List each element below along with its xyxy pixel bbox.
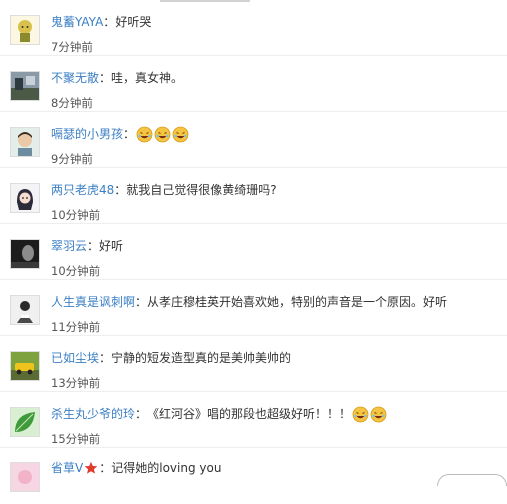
laughing-emoji-icon bbox=[172, 126, 189, 143]
colon-separator: ： bbox=[87, 237, 99, 255]
comment-time: 13分钟前 bbox=[51, 376, 100, 390]
comment-item: 人生真是讽刺啊：从孝庄穆桂英开始喜欢她，特别的声音是一个原因。好听 11分钟前 bbox=[0, 280, 507, 336]
pink-avatar-icon bbox=[11, 463, 39, 491]
colon-separator: ： bbox=[123, 125, 135, 143]
comment-item: 不聚无散：哇，真女神。 8分钟前 bbox=[0, 56, 507, 112]
scroll-arc bbox=[437, 474, 507, 486]
comment-time: 10分钟前 bbox=[51, 264, 100, 278]
laughing-emoji-icon bbox=[352, 406, 369, 423]
comment-time: 8分钟前 bbox=[51, 96, 93, 110]
colon-separator: ： bbox=[99, 459, 111, 477]
avatar[interactable] bbox=[10, 15, 40, 45]
laughing-emoji-icon bbox=[136, 126, 153, 143]
comment-item: 嗝瑟的小男孩： 9分钟前 bbox=[0, 112, 507, 168]
username-link[interactable]: 人生真是讽刺啊 bbox=[51, 293, 135, 311]
comment-text: 好听 bbox=[99, 237, 123, 255]
comment-text: 就我自己觉得很像黄绮珊吗? bbox=[126, 181, 276, 199]
colon-separator: ： bbox=[99, 349, 111, 367]
username-link[interactable]: 已如尘埃 bbox=[51, 349, 99, 367]
yellow-car-avatar-icon bbox=[11, 352, 39, 380]
comment-item: 翠羽云：好听 10分钟前 bbox=[0, 224, 507, 280]
colon-separator: ： bbox=[135, 405, 147, 423]
username-link[interactable]: 杀生丸少爷的玲 bbox=[51, 405, 135, 423]
avatar[interactable] bbox=[10, 239, 40, 269]
avatar[interactable] bbox=[10, 462, 40, 492]
colon-separator: ： bbox=[103, 13, 115, 31]
comment-item: 两只老虎48：就我自己觉得很像黄绮珊吗? 10分钟前 bbox=[0, 168, 507, 224]
boy-portrait-avatar-icon bbox=[11, 128, 39, 156]
avatar[interactable] bbox=[10, 407, 40, 437]
comment-time: 7分钟前 bbox=[51, 40, 93, 54]
username-link[interactable]: 省草V bbox=[51, 459, 83, 477]
username-link[interactable]: 翠羽云 bbox=[51, 237, 87, 255]
username-link[interactable]: 不聚无散 bbox=[51, 69, 99, 87]
username-link[interactable]: 嗝瑟的小男孩 bbox=[51, 125, 123, 143]
yellow-cartoon-avatar-icon bbox=[11, 16, 39, 44]
comment-item: 杀生丸少爷的玲：《红河谷》唱的那段也超级好听！！！ 15分钟前 bbox=[0, 392, 507, 448]
avatar[interactable] bbox=[10, 351, 40, 381]
colon-separator: ： bbox=[114, 181, 126, 199]
comment-time: 9分钟前 bbox=[51, 152, 93, 166]
comment-item: 鬼蓄YAYA：好听哭 7分钟前 bbox=[0, 0, 507, 56]
black-white-figure-avatar-icon bbox=[11, 296, 39, 324]
green-leaf-avatar-icon bbox=[11, 408, 39, 436]
comment-text: 宁静的短发造型真的是美帅美帅的 bbox=[111, 349, 291, 367]
comment-text: 好听哭 bbox=[115, 13, 151, 31]
street-photo-avatar-icon bbox=[11, 72, 39, 100]
scroll-indicator bbox=[437, 474, 507, 480]
comment-item: 省草V ：记得她的loving you bbox=[0, 448, 507, 504]
comment-time: 10分钟前 bbox=[51, 208, 100, 222]
avatar[interactable] bbox=[10, 71, 40, 101]
laughing-emoji-icon bbox=[370, 406, 387, 423]
avatar[interactable] bbox=[10, 127, 40, 157]
colon-separator: ： bbox=[99, 69, 111, 87]
comment-item: 已如尘埃：宁静的短发造型真的是美帅美帅的 13分钟前 bbox=[0, 336, 507, 392]
anime-girl-avatar-icon bbox=[11, 184, 39, 212]
comment-text: 从孝庄穆桂英开始喜欢她，特别的声音是一个原因。好听 bbox=[147, 293, 447, 311]
comment-time: 15分钟前 bbox=[51, 432, 100, 446]
comment-time: 11分钟前 bbox=[51, 320, 100, 334]
comment-list: 鬼蓄YAYA：好听哭 7分钟前 不聚无散：哇，真女神。 8分钟前 bbox=[0, 0, 507, 480]
username-link[interactable]: 两只老虎48 bbox=[51, 181, 114, 199]
username-link[interactable]: 鬼蓄YAYA bbox=[51, 13, 103, 31]
monochrome-portrait-avatar-icon bbox=[11, 240, 39, 268]
comment-text: 记得她的loving you bbox=[111, 459, 221, 477]
laughing-emoji-icon bbox=[154, 126, 171, 143]
comment-text: 哇，真女神。 bbox=[111, 69, 183, 87]
red-star-icon bbox=[84, 461, 98, 475]
avatar[interactable] bbox=[10, 183, 40, 213]
avatar[interactable] bbox=[10, 295, 40, 325]
comment-text: 《红河谷》唱的那段也超级好听！！！ bbox=[147, 405, 351, 423]
colon-separator: ： bbox=[135, 293, 147, 311]
